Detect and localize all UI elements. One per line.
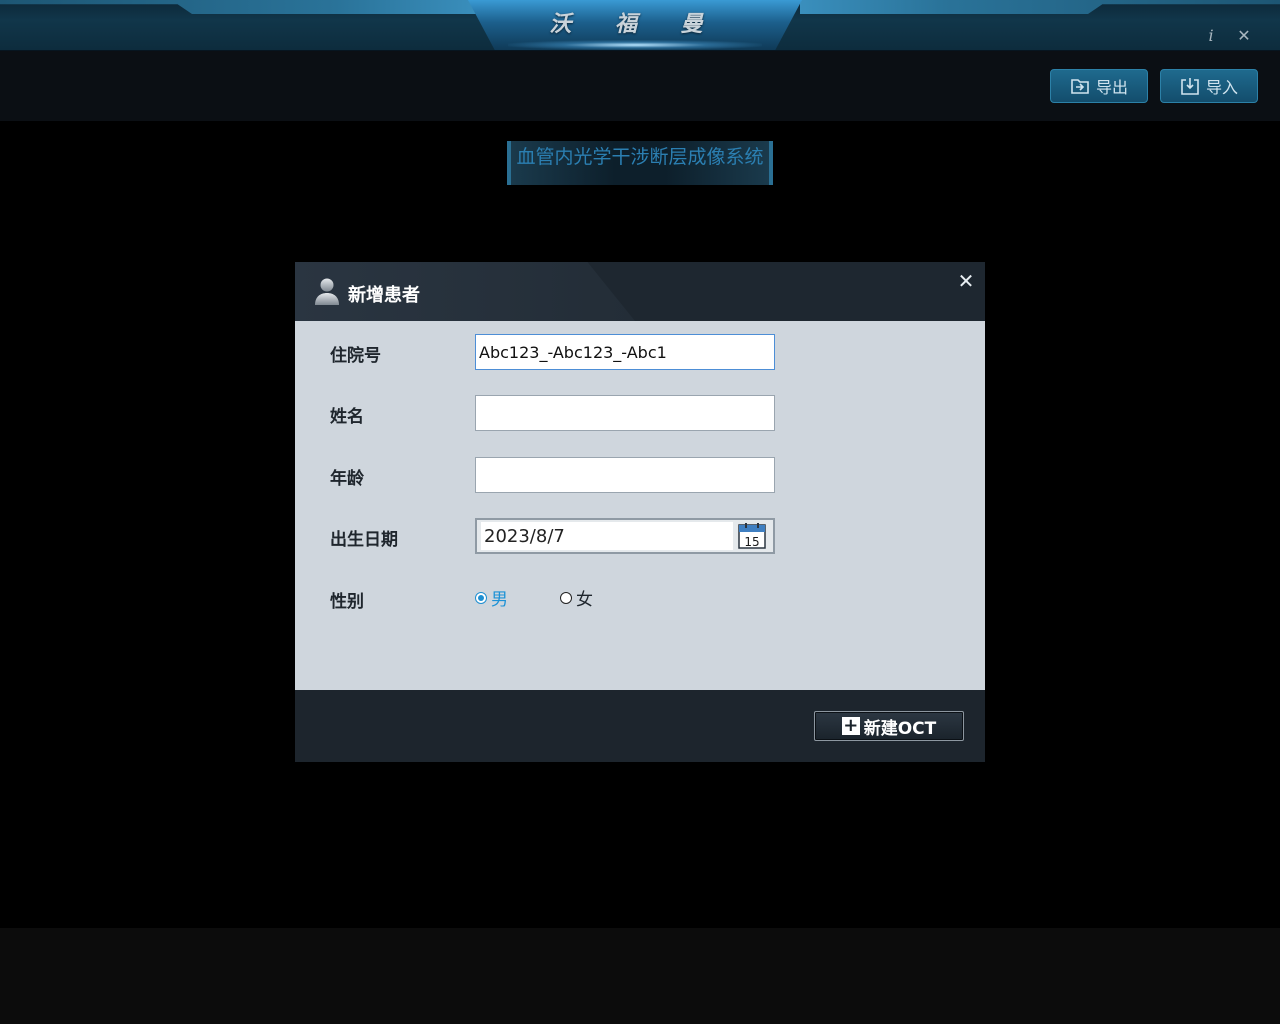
export-button[interactable]: 导出 <box>1050 69 1148 103</box>
title-bar: 沃 福 曼 i ✕ <box>0 0 1280 51</box>
title-bar-decoration-right <box>800 0 1280 14</box>
dialog-footer: + 新建OCT <box>295 690 985 762</box>
import-icon <box>1181 78 1199 95</box>
gender-female-label: 女 <box>576 590 593 610</box>
calendar-icon[interactable]: 15 <box>737 522 767 550</box>
admission-number-input[interactable] <box>475 334 775 370</box>
plus-icon: + <box>841 715 860 736</box>
system-name-banner: 血管内光学干涉断层成像系统 <box>507 141 773 185</box>
import-label: 导入 <box>1205 78 1238 97</box>
birth-date-picker: 15 <box>475 518 775 554</box>
gender-row: 性别 男 女 <box>295 580 985 616</box>
dialog-header: 新增患者 ✕ <box>295 262 985 321</box>
window-close-icon[interactable]: ✕ <box>1234 26 1254 46</box>
info-icon[interactable]: i <box>1201 26 1221 46</box>
add-patient-dialog: 新增患者 ✕ 住院号 姓名 年龄 出生日期 15 性别 男 <box>295 262 985 762</box>
title-bar-decoration-left <box>0 0 480 14</box>
status-area <box>0 928 1280 1024</box>
dialog-title: 新增患者 <box>348 285 420 306</box>
gender-male-label: 男 <box>491 590 508 610</box>
birth-date-row: 出生日期 15 <box>295 518 985 554</box>
birth-date-label: 出生日期 <box>330 530 398 550</box>
name-input[interactable] <box>475 395 775 431</box>
birth-date-input[interactable] <box>481 522 733 550</box>
folder-export-icon <box>1071 79 1089 94</box>
user-icon <box>315 278 339 305</box>
new-oct-button[interactable]: + 新建OCT <box>814 711 964 741</box>
gender-label: 性别 <box>330 592 364 612</box>
gender-male-radio[interactable]: 男 <box>475 585 508 610</box>
radio-selected-icon <box>475 591 487 604</box>
gender-female-radio[interactable]: 女 <box>560 585 593 610</box>
new-oct-label: 新建OCT <box>863 718 937 739</box>
admission-number-row: 住院号 <box>295 334 985 370</box>
export-label: 导出 <box>1095 78 1128 97</box>
admission-number-label: 住院号 <box>330 346 381 366</box>
calendar-day: 15 <box>744 535 759 549</box>
age-label: 年龄 <box>330 469 364 489</box>
name-row: 姓名 <box>295 395 985 431</box>
import-button[interactable]: 导入 <box>1160 69 1258 103</box>
age-row: 年龄 <box>295 457 985 493</box>
name-label: 姓名 <box>330 407 364 427</box>
age-input[interactable] <box>475 457 775 493</box>
dialog-close-icon[interactable]: ✕ <box>955 270 977 292</box>
toolbar: 导出 导入 <box>0 51 1280 121</box>
radio-unselected-icon <box>560 591 572 604</box>
system-name: 血管内光学干涉断层成像系统 <box>516 146 764 168</box>
app-brand-name: 沃 福 曼 <box>549 12 721 37</box>
